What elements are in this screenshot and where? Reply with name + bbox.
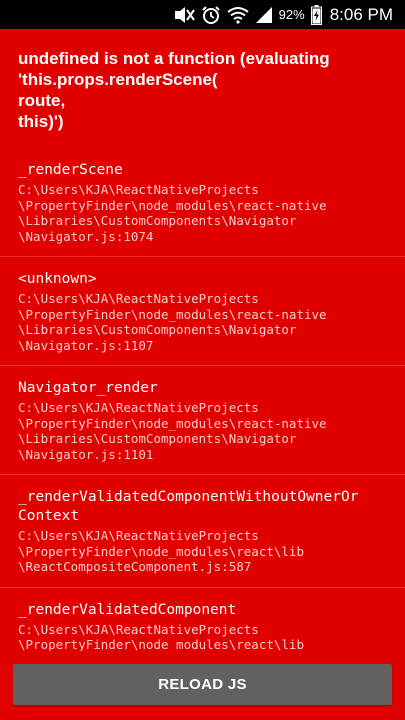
stack-frame[interactable]: _renderValidatedComponentWithoutOwnerOr …	[0, 475, 405, 588]
frame-location: C:\Users\KJA\ReactNativeProjects \Proper…	[18, 182, 327, 244]
frame-location: C:\Users\KJA\ReactNativeProjects \Proper…	[18, 400, 327, 462]
error-scroll-view[interactable]: undefined is not a function (evaluating …	[0, 29, 405, 651]
stack-frame[interactable]: <unknown> C:\Users\KJA\ReactNativeProjec…	[0, 257, 405, 366]
clock: 8:06 PM	[329, 4, 393, 24]
bottom-bar: RELOAD JS	[0, 651, 405, 720]
stack-frame[interactable]: Navigator_render C:\Users\KJA\ReactNativ…	[0, 366, 405, 475]
frame-method: _renderValidatedComponent	[18, 601, 237, 618]
battery-percent: 92%	[278, 7, 305, 22]
battery-icon	[310, 4, 322, 25]
stack-trace: _renderScene C:\Users\KJA\ReactNativePro…	[0, 148, 405, 651]
signal-icon	[255, 5, 273, 25]
mute-icon	[173, 5, 195, 25]
stack-frame[interactable]: _renderScene C:\Users\KJA\ReactNativePro…	[0, 148, 405, 257]
frame-method: _renderValidatedComponentWithoutOwnerOr …	[18, 489, 359, 524]
frame-method: <unknown>	[18, 271, 97, 287]
reload-js-button[interactable]: RELOAD JS	[13, 664, 392, 705]
frame-method: _renderScene	[18, 162, 123, 178]
frame-location: C:\Users\KJA\ReactNativeProjects \Proper…	[18, 528, 304, 574]
alarm-icon	[201, 5, 221, 25]
stack-frame[interactable]: _renderValidatedComponent C:\Users\KJA\R…	[0, 588, 405, 652]
frame-location: C:\Users\KJA\ReactNativeProjects \Proper…	[18, 291, 327, 353]
error-message: undefined is not a function (evaluating …	[18, 49, 330, 131]
status-bar: 92% 8:06 PM	[0, 0, 405, 29]
wifi-icon	[227, 5, 249, 25]
frame-method: Navigator_render	[18, 380, 158, 396]
frame-location: C:\Users\KJA\ReactNativeProjects \Proper…	[18, 621, 304, 652]
